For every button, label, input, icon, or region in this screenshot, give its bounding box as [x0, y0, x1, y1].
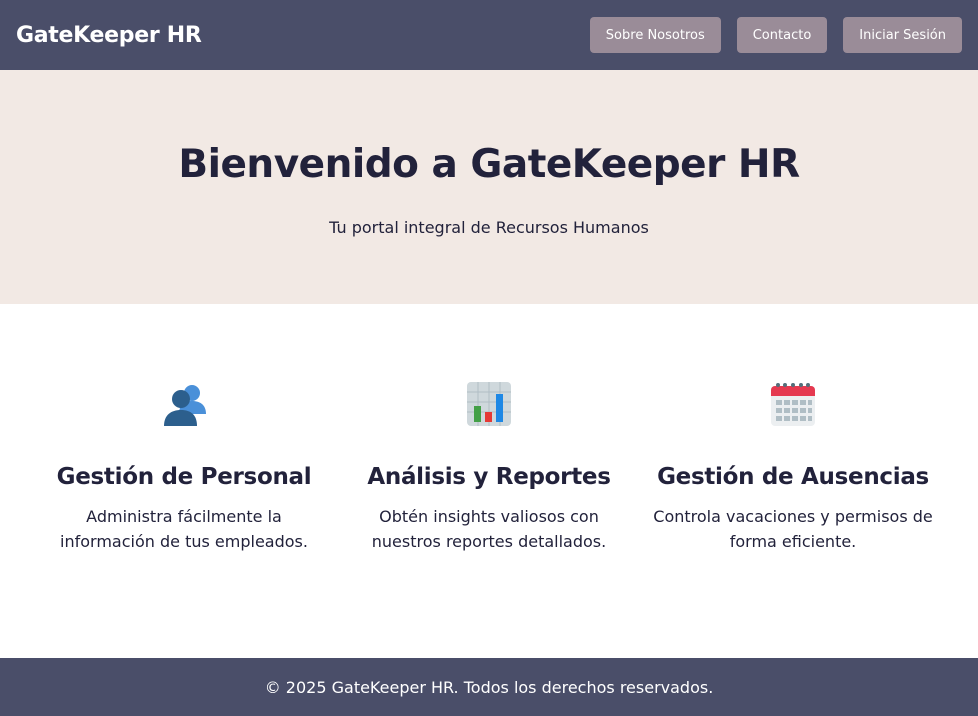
- users-icon: [164, 385, 206, 426]
- calendar-icon: [771, 383, 815, 426]
- feature-description: Controla vacaciones y permisos de forma …: [653, 507, 933, 551]
- hero-title: Bienvenido a GateKeeper HR: [178, 142, 800, 187]
- feature-description: Administra fácilmente la información de …: [60, 507, 308, 551]
- bar-chart-icon: [467, 382, 511, 426]
- feature-title: Gestión de Ausencias: [657, 464, 929, 490]
- main-nav: Sobre Nosotros Contacto Iniciar Sesión: [589, 17, 962, 53]
- hero-subtitle: Tu portal integral de Recursos Humanos: [329, 218, 649, 237]
- feature-title: Análisis y Reportes: [367, 464, 611, 490]
- features-section: Gestión de Personal Administra fácilment…: [0, 304, 978, 658]
- site-footer: © 2025 GateKeeper HR. Todos los derechos…: [0, 658, 978, 716]
- hero-section: Bienvenido a GateKeeper HR Tu portal int…: [0, 70, 978, 304]
- feature-card-personal: Gestión de Personal Administra fácilment…: [39, 380, 329, 554]
- brand-logo[interactable]: GateKeeper HR: [16, 23, 202, 48]
- feature-card-reports: Análisis y Reportes Obtén insights valio…: [344, 380, 634, 554]
- copyright-text: © 2025 GateKeeper HR. Todos los derechos…: [264, 677, 714, 697]
- feature-card-absences: Gestión de Ausencias Controla vacaciones…: [648, 380, 938, 554]
- contact-button[interactable]: Contacto: [736, 17, 828, 53]
- feature-description: Obtén insights valiosos con nuestros rep…: [371, 507, 607, 551]
- about-button[interactable]: Sobre Nosotros: [589, 17, 721, 53]
- login-button[interactable]: Iniciar Sesión: [843, 17, 962, 53]
- site-header: GateKeeper HR Sobre Nosotros Contacto In…: [0, 0, 978, 70]
- feature-title: Gestión de Personal: [56, 464, 312, 490]
